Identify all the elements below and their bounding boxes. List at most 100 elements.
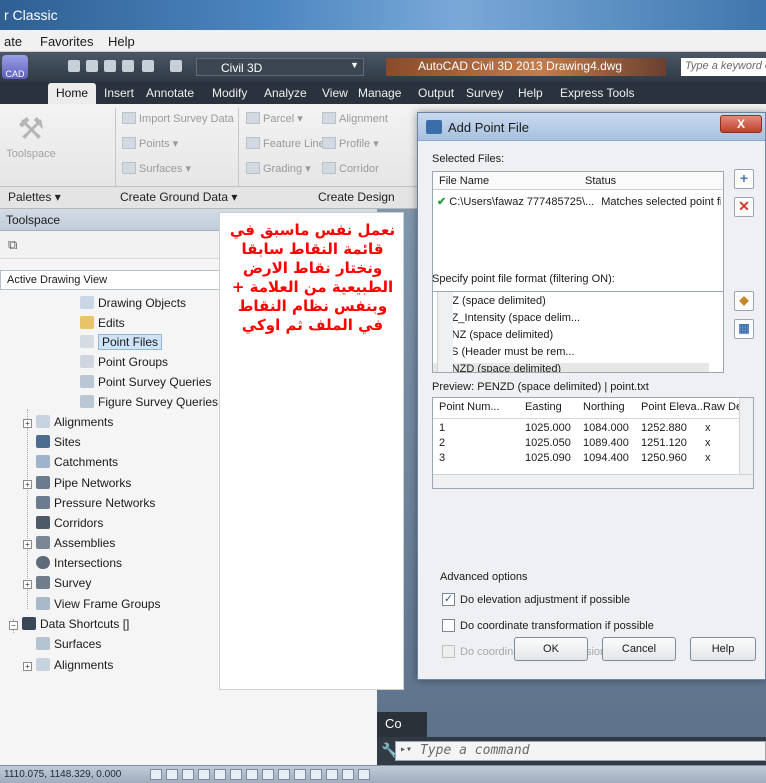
tree-alignments[interactable]: Alignments [36,415,113,429]
tab-home[interactable]: Home [48,83,97,104]
format-properties-icon[interactable]: ▦ [734,319,754,339]
tree-view-frame-groups[interactable]: View Frame Groups [36,597,160,611]
tab-help[interactable]: Help [518,86,543,100]
tab-output[interactable]: Output [418,86,454,100]
tree-corridors[interactable]: Corridors [36,516,103,530]
close-button[interactable]: X [720,115,762,133]
tab-express-tools[interactable]: Express Tools [560,86,634,100]
workspace-dropdown[interactable]: Civil 3D ▼ [196,58,364,76]
selection-cycling-icon[interactable] [326,769,338,780]
menu-item-create[interactable]: ate [4,34,22,49]
column-point-number[interactable]: Point Num... [439,401,500,413]
remove-file-icon[interactable]: ✕ [734,197,754,217]
lineweight-icon[interactable] [278,769,290,780]
tree-assemblies[interactable]: Assemblies [36,536,115,550]
undo-icon[interactable] [142,60,154,72]
otrack-icon[interactable] [230,769,242,780]
ok-button[interactable]: OK [514,637,588,661]
manage-formats-icon[interactable]: ◆ [734,291,754,311]
parcel-button[interactable]: Parcel ▾ [246,112,303,125]
tab-manage[interactable]: Manage [358,86,401,100]
tree-shortcut-alignments[interactable]: Alignments [36,658,113,672]
tree-drawing-objects[interactable]: Drawing Objects [80,296,186,310]
polar-icon[interactable] [198,769,210,780]
grid-icon[interactable] [166,769,178,780]
expand-pipe-networks-toggle[interactable]: + [23,480,32,489]
command-input[interactable]: ▸▾ Type a command [395,741,766,761]
ducs-icon[interactable] [246,769,258,780]
expand-assemblies-toggle[interactable]: + [23,540,32,549]
column-easting[interactable]: Easting [525,401,562,413]
toolspace-view-icon[interactable]: ⧉ [8,237,17,253]
cancel-button[interactable]: Cancel [602,637,676,661]
tree-point-groups[interactable]: Point Groups [80,355,168,369]
redo-icon[interactable] [170,60,182,72]
surfaces-button[interactable]: Surfaces ▾ [122,162,191,175]
model-space-icon[interactable] [342,769,354,780]
column-file-name[interactable]: File Name [439,175,489,187]
new-icon[interactable] [68,60,80,72]
tree-catchments[interactable]: Catchments [36,455,118,469]
tree-data-shortcuts[interactable]: Data Shortcuts [] [22,617,129,631]
coordinate-transformation-checkbox[interactable] [442,619,455,632]
tree-pipe-networks[interactable]: Pipe Networks [36,476,131,490]
format-item[interactable]: PTS (Header must be rem... [437,346,575,358]
expand-shortcut-alignments-toggle[interactable]: + [23,662,32,671]
tree-intersections[interactable]: Intersections [36,556,122,570]
panel-create-design[interactable]: Create Design [318,190,395,204]
quick-properties-icon[interactable] [310,769,322,780]
tree-survey[interactable]: Survey [36,576,91,590]
format-item[interactable]: PENZ (space delimited) [437,329,553,341]
tab-insert[interactable]: Insert [104,86,134,100]
add-file-icon[interactable]: + [734,169,754,189]
tree-pressure-networks[interactable]: Pressure Networks [36,496,155,510]
toolspace-button[interactable]: ⚒ Toolspace [4,106,58,180]
tree-sites[interactable]: Sites [36,435,81,449]
panel-create-ground-data[interactable]: Create Ground Data ▾ [120,190,237,204]
preview-vertical-scrollbar[interactable] [739,398,753,474]
snap-icon[interactable] [150,769,162,780]
format-item[interactable]: XYZ_Intensity (space delim... [437,312,580,324]
tree-shortcut-surfaces[interactable]: Surfaces [36,637,101,651]
dyn-icon[interactable] [262,769,274,780]
layout-icon[interactable] [358,769,370,780]
panel-palettes[interactable]: Palettes ▾ [8,190,61,204]
grading-button[interactable]: Grading ▾ [246,162,311,175]
feature-line-button[interactable]: Feature Line ▾ [246,137,333,150]
column-point-elevation[interactable]: Point Eleva... [641,401,706,413]
tab-modify[interactable]: Modify [212,86,247,100]
tree-point-survey-queries[interactable]: Point Survey Queries [80,375,211,389]
format-list-scrollbar[interactable] [437,292,453,372]
tab-view[interactable]: View [322,86,348,100]
expand-survey-toggle[interactable]: + [23,580,32,589]
elevation-adjustment-checkbox[interactable]: ✓ [442,593,455,606]
print-icon[interactable] [122,60,134,72]
save-icon[interactable] [104,60,116,72]
points-button[interactable]: Points ▾ [122,137,178,150]
tab-annotate[interactable]: Annotate [146,86,194,100]
help-button[interactable]: Help [690,637,756,661]
tab-survey[interactable]: Survey [466,86,503,100]
ortho-icon[interactable] [182,769,194,780]
menu-item-favorites[interactable]: Favorites [40,34,93,49]
osnap-icon[interactable] [214,769,226,780]
tab-analyze[interactable]: Analyze [264,86,307,100]
preview-horizontal-scrollbar[interactable] [433,474,753,488]
column-status[interactable]: Status [585,175,616,187]
help-search-input[interactable]: Type a keyword or p [681,58,766,76]
tree-figure-survey-queries[interactable]: Figure Survey Queries [80,395,218,409]
expand-alignments-toggle[interactable]: + [23,419,32,428]
corridor-button[interactable]: Corridor [322,162,379,175]
import-survey-data-button[interactable]: Import Survey Data [122,112,234,125]
application-menu-button[interactable]: CAD [2,55,28,79]
point-format-list[interactable]: NEZ (space delimited) XYZ_Intensity (spa… [432,291,724,373]
file-row[interactable]: ✔ C:\Users\fawaz 777485725\... Matches s… [437,195,721,208]
transparency-icon[interactable] [294,769,306,780]
collapse-data-shortcuts-toggle[interactable]: − [9,621,18,630]
format-item[interactable]: NEZ (space delimited) [437,295,546,307]
profile-button[interactable]: Profile ▾ [322,137,379,150]
tree-point-files[interactable]: Point Files [80,334,163,350]
open-icon[interactable] [86,60,98,72]
format-item-selected[interactable]: PENZD (space delimited) [433,363,709,372]
menu-item-help[interactable]: Help [108,34,135,49]
